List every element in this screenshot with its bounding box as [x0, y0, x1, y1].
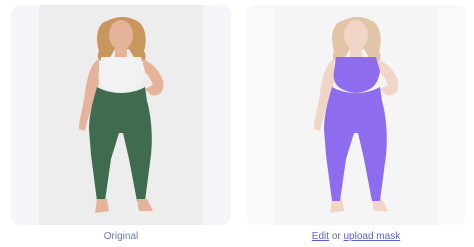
- mask-caption: Edit or upload mask: [246, 231, 466, 243]
- caption-separator: or: [331, 231, 341, 242]
- mask-image-card: [246, 5, 466, 225]
- original-photo-image: [79, 17, 164, 213]
- edit-mask-link[interactable]: Edit: [312, 231, 329, 242]
- masked-photo-image: [246, 5, 466, 225]
- upload-mask-link[interactable]: upload mask: [344, 231, 401, 242]
- original-caption: Original: [103, 231, 139, 242]
- model-figure: [79, 17, 164, 213]
- original-image-card: [11, 5, 231, 225]
